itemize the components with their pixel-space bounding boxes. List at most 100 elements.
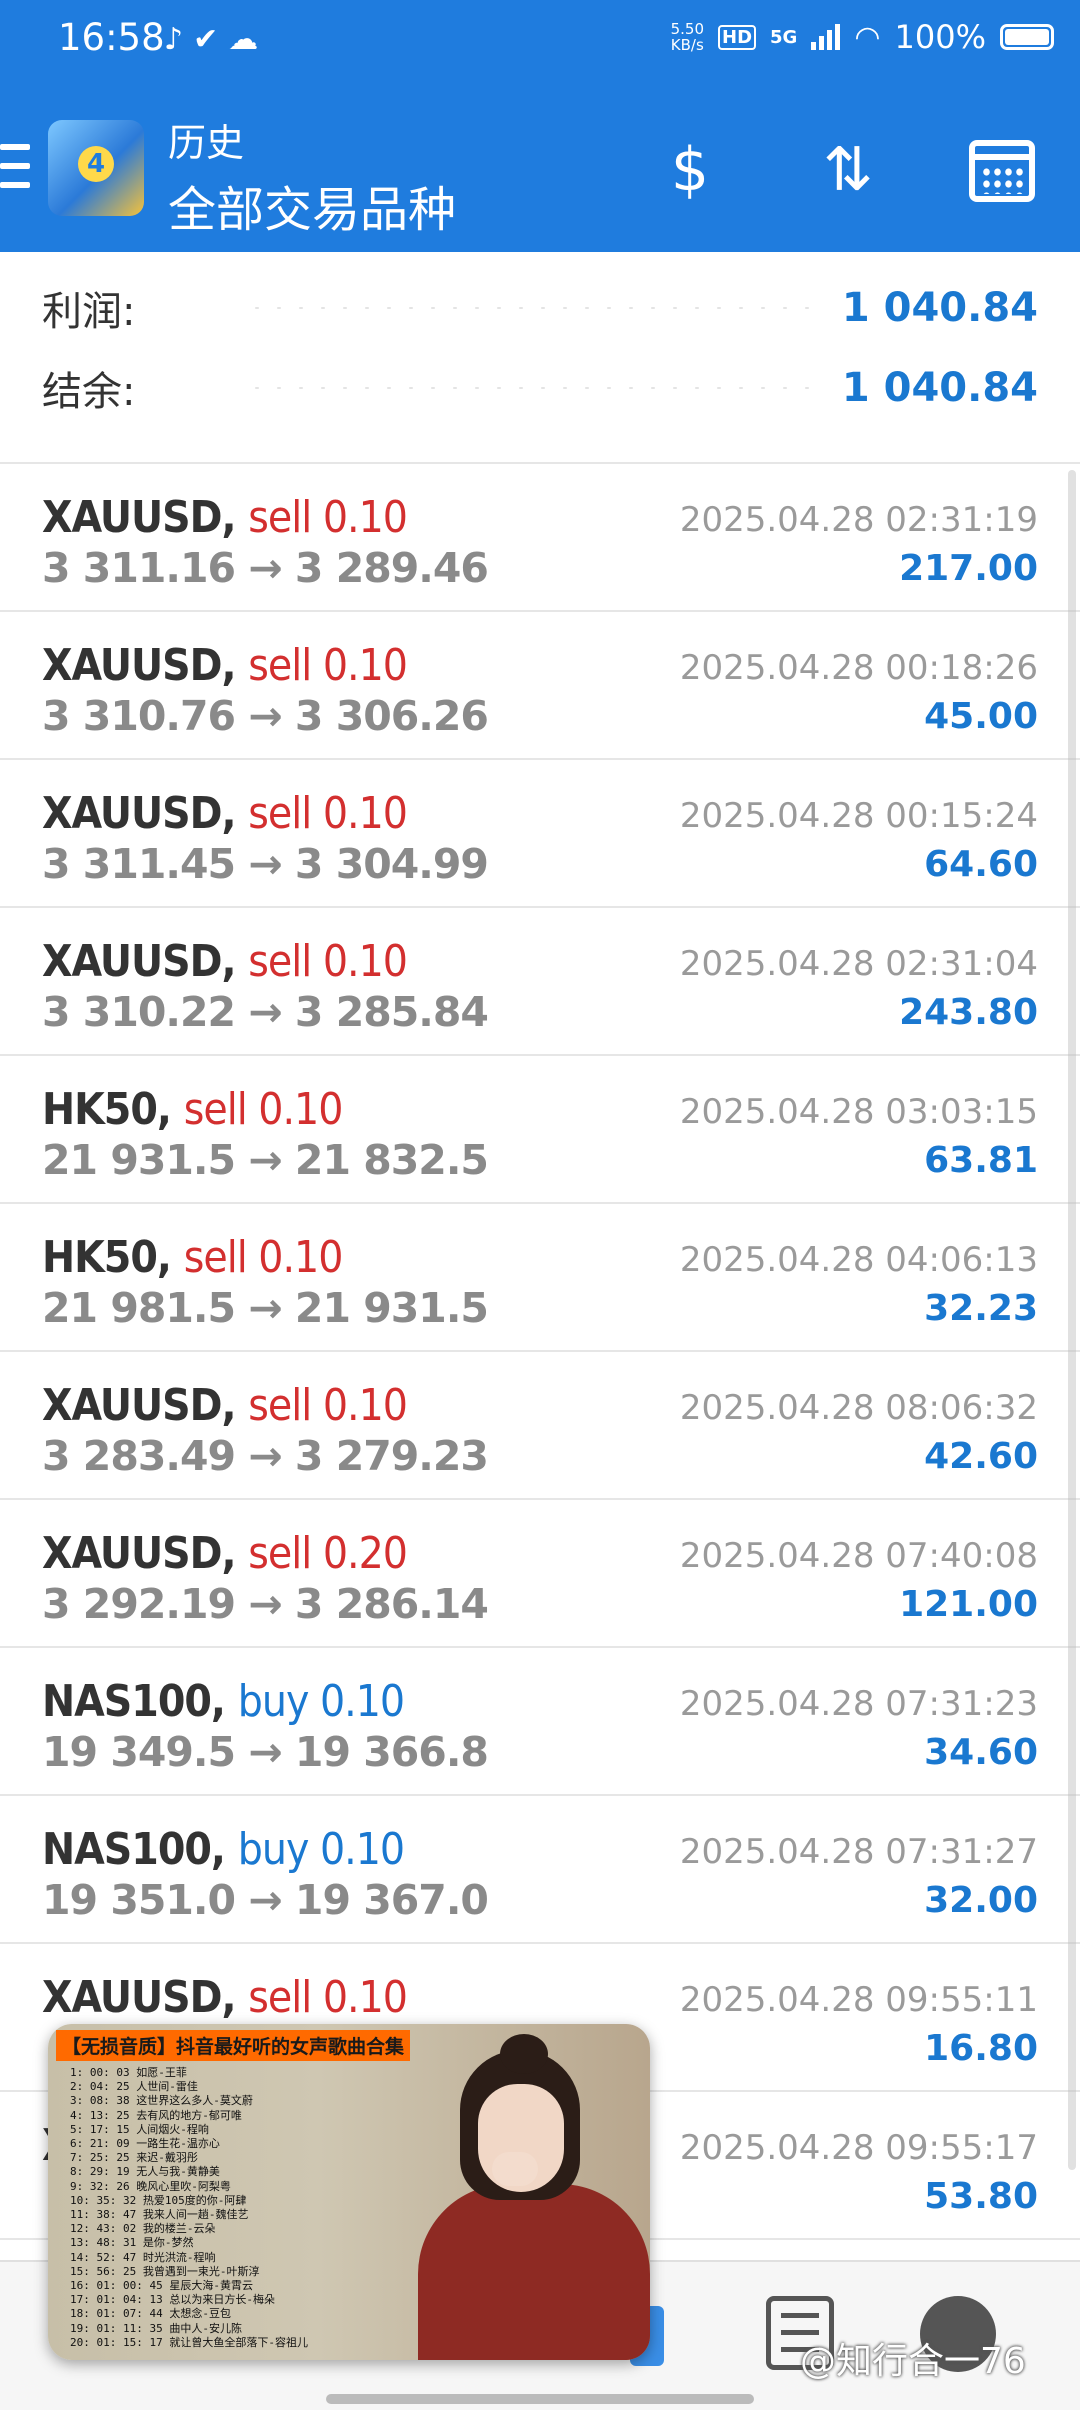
track-list: 1: 00: 03 如愿-王菲 2: 04: 25 人世间-雷佳 3: 08: 38… [70, 2066, 400, 2350]
track-item: 1: 00: 03 如愿-王菲 [70, 2066, 187, 2079]
trade-datetime: 2025.04.28 03:03:15 [679, 1092, 1038, 1132]
trade-symbol: XAUUSD, [42, 640, 237, 691]
trade-symbol: NAS100, [42, 1824, 226, 1875]
trade-profit: 53.80 [924, 2176, 1038, 2217]
trade-row[interactable]: HK50, sell 0.10 21 981.5 → 21 931.5 2025.0… [0, 1204, 1080, 1352]
trade-side: sell 0.10 [183, 1084, 344, 1135]
trade-side: sell 0.10 [248, 936, 408, 987]
menu-icon[interactable] [0, 144, 30, 188]
track-item: 14: 52: 47 时光洪流-程响 [70, 2250, 216, 2264]
profit-value: 1 040.84 [841, 285, 1038, 331]
trade-symbol: XAUUSD, [42, 492, 237, 543]
trade-title: XAUUSD, sell 0.20 [42, 1528, 408, 1579]
trade-title: HK50, sell 0.10 [42, 1232, 343, 1283]
trade-profit: 121.00 [899, 1584, 1038, 1625]
track-item: 10: 35: 32 热爱105度的你-阿肆 [70, 2193, 247, 2207]
trade-side: sell 0.10 [248, 492, 408, 543]
trade-row[interactable]: NAS100, buy 0.10 19 351.0 → 19 367.0 2025.… [0, 1796, 1080, 1944]
sort-icon[interactable]: ⇅ [808, 130, 888, 210]
track-item: 5: 17: 15 人间烟火-程响 [70, 2122, 209, 2136]
trade-profit: 42.60 [924, 1436, 1038, 1477]
summary-panel: 利润: 1 040.84 结余: 1 040.84 [0, 252, 1080, 464]
trade-prices: 19 351.0 → 19 367.0 [42, 1876, 489, 1924]
trade-title: HK50, sell 0.10 [42, 1084, 344, 1135]
app-logo: 4 [48, 120, 144, 216]
status-right: 5.50 KB/s HD 5G ◠ 100% [671, 18, 1054, 56]
trade-side: buy 0.10 [237, 1676, 405, 1727]
video-thumbnail [400, 2034, 650, 2360]
symbol-filter[interactable]: 全部交易品种 [168, 170, 456, 240]
app-bar: 4 历史 全部交易品种 $ ⇅ [0, 82, 1080, 252]
trade-row[interactable]: XAUUSD, sell 0.10 3 310.76 → 3 306.26 2025… [0, 612, 1080, 760]
trade-datetime: 2025.04.28 07:40:08 [679, 1536, 1038, 1576]
signal-label: 5G [770, 26, 798, 48]
trade-title: XAUUSD, sell 0.10 [42, 788, 408, 839]
track-item: 12: 43: 02 我的楼兰-云朵 [70, 2222, 216, 2236]
battery-icon [1000, 24, 1054, 50]
trade-profit: 32.23 [924, 1288, 1038, 1329]
trade-title: XAUUSD, sell 0.10 [42, 1972, 408, 2023]
trade-prices: 21 931.5 → 21 832.5 [42, 1136, 489, 1184]
trade-row[interactable]: XAUUSD, sell 0.10 3 311.45 → 3 304.99 2025… [0, 760, 1080, 908]
balance-value: 1 040.84 [841, 365, 1038, 411]
page-subtitle: 历史 [168, 121, 245, 165]
trade-prices: 3 310.76 → 3 306.26 [42, 692, 489, 740]
trade-side: sell 0.20 [248, 1528, 408, 1579]
trade-row[interactable]: XAUUSD, sell 0.10 3 310.22 → 3 285.84 2025… [0, 908, 1080, 1056]
track-item: 2: 04: 25 人世间-雷佳 [70, 2080, 198, 2094]
trade-prices: 3 292.19 → 3 286.14 [42, 1580, 489, 1628]
scrollbar[interactable] [1068, 470, 1076, 2170]
trade-title: XAUUSD, sell 0.10 [42, 936, 408, 987]
trade-prices: 3 311.16 → 3 289.46 [42, 544, 489, 592]
trade-symbol: XAUUSD, [42, 788, 237, 839]
trade-profit: 45.00 [924, 696, 1038, 737]
track-item: 3: 08: 38 这世界这么多人-莫文蔚 [70, 2094, 253, 2108]
balance-row: 结余: 1 040.84 [42, 358, 1038, 418]
track-item: 19: 01: 11: 35 曲中人-安儿陈 [70, 2321, 242, 2335]
trade-datetime: 2025.04.28 07:31:27 [679, 1832, 1038, 1872]
trade-title: XAUUSD, sell 0.10 [42, 640, 408, 691]
trade-datetime: 2025.04.28 00:15:24 [679, 796, 1038, 836]
trade-side: sell 0.10 [248, 788, 408, 839]
floating-video-player[interactable]: 【无损音质】抖音最好听的女声歌曲合集 1: 00: 03 如愿-王菲 2: 04:… [48, 2024, 650, 2360]
trade-prices: 3 283.49 → 3 279.23 [42, 1432, 489, 1480]
battery-text: 100% [894, 18, 986, 56]
track-item: 16: 01: 00: 45 星辰大海-黄霄云 [70, 2279, 253, 2293]
gesture-handle[interactable] [326, 2394, 754, 2404]
profit-row: 利润: 1 040.84 [42, 278, 1038, 338]
trade-symbol: XAUUSD, [42, 1380, 237, 1431]
track-item: 4: 13: 25 去有风的地方-郁可唯 [70, 2108, 242, 2122]
trade-datetime: 2025.04.28 08:06:32 [679, 1388, 1038, 1428]
trade-datetime: 2025.04.28 09:55:11 [679, 1980, 1038, 2020]
dollar-exchange-icon[interactable]: $ [650, 130, 730, 210]
trade-side: sell 0.10 [248, 640, 408, 691]
trade-row[interactable]: HK50, sell 0.10 21 931.5 → 21 832.5 2025.0… [0, 1056, 1080, 1204]
track-item: 6: 21: 09 一路生花-温亦心 [70, 2137, 220, 2151]
notification-icons: ♪✔☁ [164, 22, 269, 57]
track-item: 8: 29: 19 无人与我-黄静美 [70, 2165, 220, 2179]
track-item: 9: 32: 26 晚风心里吹-阿梨粤 [70, 2179, 231, 2193]
trade-profit: 63.81 [924, 1140, 1038, 1181]
trade-datetime: 2025.04.28 04:06:13 [679, 1240, 1038, 1280]
balance-label: 结余: [42, 369, 136, 415]
signal-icon [811, 24, 841, 50]
trade-row[interactable]: XAUUSD, sell 0.10 3 311.16 → 3 289.46 2025… [0, 464, 1080, 612]
trade-symbol: HK50, [42, 1084, 172, 1135]
trade-profit: 34.60 [924, 1732, 1038, 1773]
track-item: 17: 01: 04: 13 总以为来日方长-梅朵 [70, 2293, 275, 2307]
trade-row[interactable]: XAUUSD, sell 0.20 3 292.19 → 3 286.14 2025… [0, 1500, 1080, 1648]
track-item: 13: 48: 31 是你-梦然 [70, 2236, 194, 2250]
trade-row[interactable]: NAS100, buy 0.10 19 349.5 → 19 366.8 2025.… [0, 1648, 1080, 1796]
calendar-icon[interactable] [962, 130, 1042, 210]
trade-row[interactable]: XAUUSD, sell 0.10 3 283.49 → 3 279.23 2025… [0, 1352, 1080, 1500]
trade-title: XAUUSD, sell 0.10 [42, 492, 408, 543]
wifi-icon: ◠ [854, 19, 881, 55]
trade-datetime: 2025.04.28 02:31:04 [679, 944, 1038, 984]
trade-symbol: HK50, [42, 1232, 172, 1283]
net-speed: 5.50 KB/s [670, 20, 704, 54]
trade-symbol: XAUUSD, [42, 936, 237, 987]
trade-prices: 19 349.5 → 19 366.8 [42, 1728, 489, 1776]
trade-datetime: 2025.04.28 09:55:17 [679, 2128, 1038, 2168]
video-banner: 【无损音质】抖音最好听的女声歌曲合集 [56, 2030, 411, 2061]
trade-title: NAS100, buy 0.10 [42, 1676, 405, 1727]
